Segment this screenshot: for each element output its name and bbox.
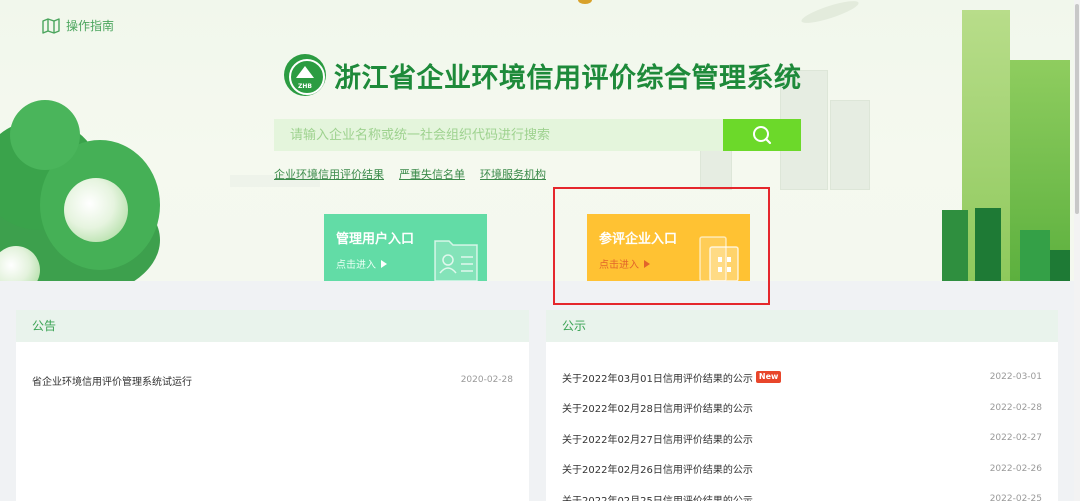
- zhb-emblem-logo: ZHB: [284, 54, 326, 96]
- link-serious-dishonesty-list[interactable]: 严重失信名单: [399, 166, 465, 182]
- publicity-title: 关于2022年02月26日信用评价结果的公示: [562, 465, 753, 477]
- decorative-tower: [1020, 230, 1050, 281]
- list-item[interactable]: 关于2022年02月28日信用评价结果的公示 2022-02-28: [562, 393, 1042, 424]
- publicity-date: 2022-02-26: [989, 463, 1042, 474]
- decorative-bird: [799, 0, 861, 27]
- link-env-service-agencies[interactable]: 环境服务机构: [480, 166, 546, 182]
- publicity-title: 关于2022年02月28日信用评价结果的公示: [562, 404, 753, 416]
- list-item[interactable]: 关于2022年02月26日信用评价结果的公示 2022-02-26: [562, 454, 1042, 485]
- decorative-sun: [578, 0, 592, 4]
- admin-entry-card[interactable]: 管理用户入口 点击进入: [324, 214, 487, 281]
- publicity-date: 2022-02-28: [989, 402, 1042, 413]
- notice-list: 省企业环境信用评价管理系统试运行 2020-02-28: [16, 342, 529, 396]
- notice-panel: 公告 省企业环境信用评价管理系统试运行 2020-02-28: [16, 310, 529, 501]
- notice-date: 2020-02-28: [460, 375, 513, 386]
- decorative-tower: [975, 208, 1001, 281]
- notice-panel-header: 公告: [16, 310, 529, 342]
- admin-entry-title: 管理用户入口: [336, 232, 415, 247]
- link-credit-results[interactable]: 企业环境信用评价结果: [274, 166, 384, 182]
- list-item[interactable]: 关于2022年02月25日信用评价结果的公示 2022-02-25: [562, 484, 1042, 501]
- search-button[interactable]: [723, 119, 801, 151]
- play-arrow-icon: [381, 259, 387, 268]
- admin-entry-action: 点击进入: [336, 256, 475, 271]
- new-badge: New: [755, 371, 782, 384]
- publicity-panel-header: 公示: [546, 310, 1058, 342]
- publicity-panel: 公示 关于2022年03月01日信用评价结果的公示 New 2022-03-01…: [546, 310, 1058, 501]
- enterprise-entry-action: 点击进入: [599, 256, 738, 271]
- publicity-date: 2022-03-01: [989, 372, 1042, 383]
- hero-banner: 操作指南 ZHB 浙江省企业环境信用评价综合管理系统 企业环境信用评价结果 严重…: [0, 0, 1080, 281]
- site-header: ZHB 浙江省企业环境信用评价综合管理系统: [284, 54, 802, 96]
- list-item[interactable]: 关于2022年02月27日信用评价结果的公示 2022-02-27: [562, 423, 1042, 454]
- quick-links: 企业环境信用评价结果 严重失信名单 环境服务机构: [274, 166, 546, 182]
- search-icon: [753, 126, 772, 145]
- list-item[interactable]: 关于2022年03月01日信用评价结果的公示 New 2022-03-01: [562, 362, 1042, 393]
- decorative-tower: [942, 210, 968, 281]
- publicity-title: 关于2022年02月27日信用评价结果的公示: [562, 434, 753, 446]
- enterprise-entry-title: 参评企业入口: [599, 232, 678, 247]
- search-bar: [274, 119, 801, 151]
- scrollbar-thumb[interactable]: [1075, 4, 1079, 214]
- operation-guide-link[interactable]: 操作指南: [42, 17, 114, 34]
- decorative-tower: [1050, 250, 1070, 281]
- publicity-title: 关于2022年02月25日信用评价结果的公示: [562, 492, 753, 501]
- play-arrow-icon: [644, 259, 650, 268]
- operation-guide-label: 操作指南: [66, 19, 115, 33]
- publicity-title: 关于2022年03月01日信用评价结果的公示 New: [562, 370, 782, 385]
- decorative-bubble: [64, 178, 128, 242]
- page-title: 浙江省企业环境信用评价综合管理系统: [334, 62, 802, 94]
- decorative-building: [830, 100, 870, 190]
- notice-title: 省企业环境信用评价管理系统试运行: [32, 376, 192, 388]
- publicity-date: 2022-02-25: [989, 494, 1042, 501]
- publicity-list: 关于2022年03月01日信用评价结果的公示 New 2022-03-01 关于…: [546, 342, 1058, 501]
- map-icon: [42, 17, 60, 34]
- list-item[interactable]: 省企业环境信用评价管理系统试运行 2020-02-28: [32, 365, 513, 396]
- search-input[interactable]: [274, 119, 723, 151]
- page-scrollbar[interactable]: [1074, 0, 1080, 501]
- decorative-tree: [10, 100, 80, 170]
- publicity-date: 2022-02-27: [989, 433, 1042, 444]
- enterprise-entry-card[interactable]: 参评企业入口 点击进入: [587, 214, 750, 281]
